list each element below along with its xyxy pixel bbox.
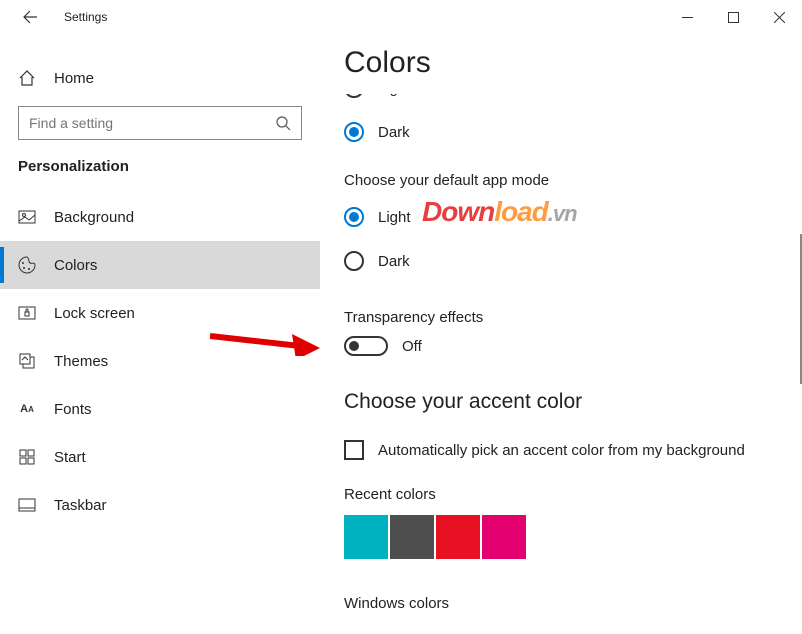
app-title: Settings xyxy=(64,10,107,24)
color-swatch[interactable] xyxy=(390,515,434,559)
radio-label: Dark xyxy=(378,124,410,141)
sidebar-item-colors[interactable]: Colors xyxy=(0,241,320,289)
sidebar-item-label: Lock screen xyxy=(54,305,135,322)
sidebar: Home Personalization Background Colors L… xyxy=(0,34,320,634)
sidebar-item-label: Themes xyxy=(54,353,108,370)
color-swatch[interactable] xyxy=(482,515,526,559)
sidebar-item-fonts[interactable]: AA Fonts xyxy=(0,385,320,433)
radio-icon xyxy=(344,207,364,227)
themes-icon xyxy=(18,352,36,370)
radio-label: Light xyxy=(378,94,411,97)
page-title: Colors xyxy=(344,46,768,80)
sidebar-item-label: Taskbar xyxy=(54,497,107,514)
home-icon xyxy=(18,69,36,87)
maximize-icon xyxy=(728,12,739,23)
app-mode-heading: Choose your default app mode xyxy=(344,172,768,189)
sidebar-item-label: Fonts xyxy=(54,401,92,418)
maximize-button[interactable] xyxy=(710,1,756,33)
minimize-icon xyxy=(682,12,693,23)
close-icon xyxy=(774,12,785,23)
home-row[interactable]: Home xyxy=(0,56,320,100)
picture-icon xyxy=(18,208,36,226)
transparency-value: Off xyxy=(402,338,422,355)
radio-icon xyxy=(344,94,364,98)
sidebar-item-themes[interactable]: Themes xyxy=(0,337,320,385)
back-arrow-icon xyxy=(22,9,38,25)
transparency-heading: Transparency effects xyxy=(344,309,768,326)
transparency-toggle[interactable] xyxy=(344,336,388,356)
title-bar: Settings xyxy=(0,0,802,34)
radio-app-mode-dark[interactable]: Dark xyxy=(344,239,768,283)
back-button[interactable] xyxy=(14,1,46,33)
radio-icon xyxy=(344,122,364,142)
main-panel: Colors Light Dark Choose your default ap… xyxy=(320,34,802,634)
close-button[interactable] xyxy=(756,1,802,33)
radio-label: Light xyxy=(378,209,411,226)
sidebar-item-label: Start xyxy=(54,449,86,466)
taskbar-icon xyxy=(18,496,36,514)
sidebar-item-start[interactable]: Start xyxy=(0,433,320,481)
windows-colors-label: Windows colors xyxy=(344,595,768,612)
radio-icon xyxy=(344,251,364,271)
recent-colors-label: Recent colors xyxy=(344,486,768,503)
search-input[interactable] xyxy=(29,115,275,131)
sidebar-item-label: Colors xyxy=(54,257,97,274)
radio-app-mode-light[interactable]: Light xyxy=(344,195,768,239)
category-heading: Personalization xyxy=(0,158,320,193)
sidebar-item-taskbar[interactable]: Taskbar xyxy=(0,481,320,529)
search-box[interactable] xyxy=(18,106,302,140)
radio-windows-mode-light[interactable]: Light xyxy=(344,94,768,110)
palette-icon xyxy=(18,256,36,274)
search-icon xyxy=(275,115,291,131)
auto-accent-row[interactable]: Automatically pick an accent color from … xyxy=(344,440,768,460)
start-icon xyxy=(18,448,36,466)
radio-windows-mode-dark[interactable]: Dark xyxy=(344,110,768,154)
checkbox-icon xyxy=(344,440,364,460)
sidebar-item-label: Background xyxy=(54,209,134,226)
sidebar-item-lockscreen[interactable]: Lock screen xyxy=(0,289,320,337)
radio-label: Dark xyxy=(378,253,410,270)
sidebar-item-background[interactable]: Background xyxy=(0,193,320,241)
accent-heading: Choose your accent color xyxy=(344,390,768,414)
fonts-icon: AA xyxy=(18,400,36,418)
minimize-button[interactable] xyxy=(664,1,710,33)
recent-color-swatches xyxy=(344,515,768,559)
auto-accent-label: Automatically pick an accent color from … xyxy=(378,442,745,459)
color-swatch[interactable] xyxy=(436,515,480,559)
lockscreen-icon xyxy=(18,304,36,322)
home-label: Home xyxy=(54,70,94,87)
color-swatch[interactable] xyxy=(344,515,388,559)
